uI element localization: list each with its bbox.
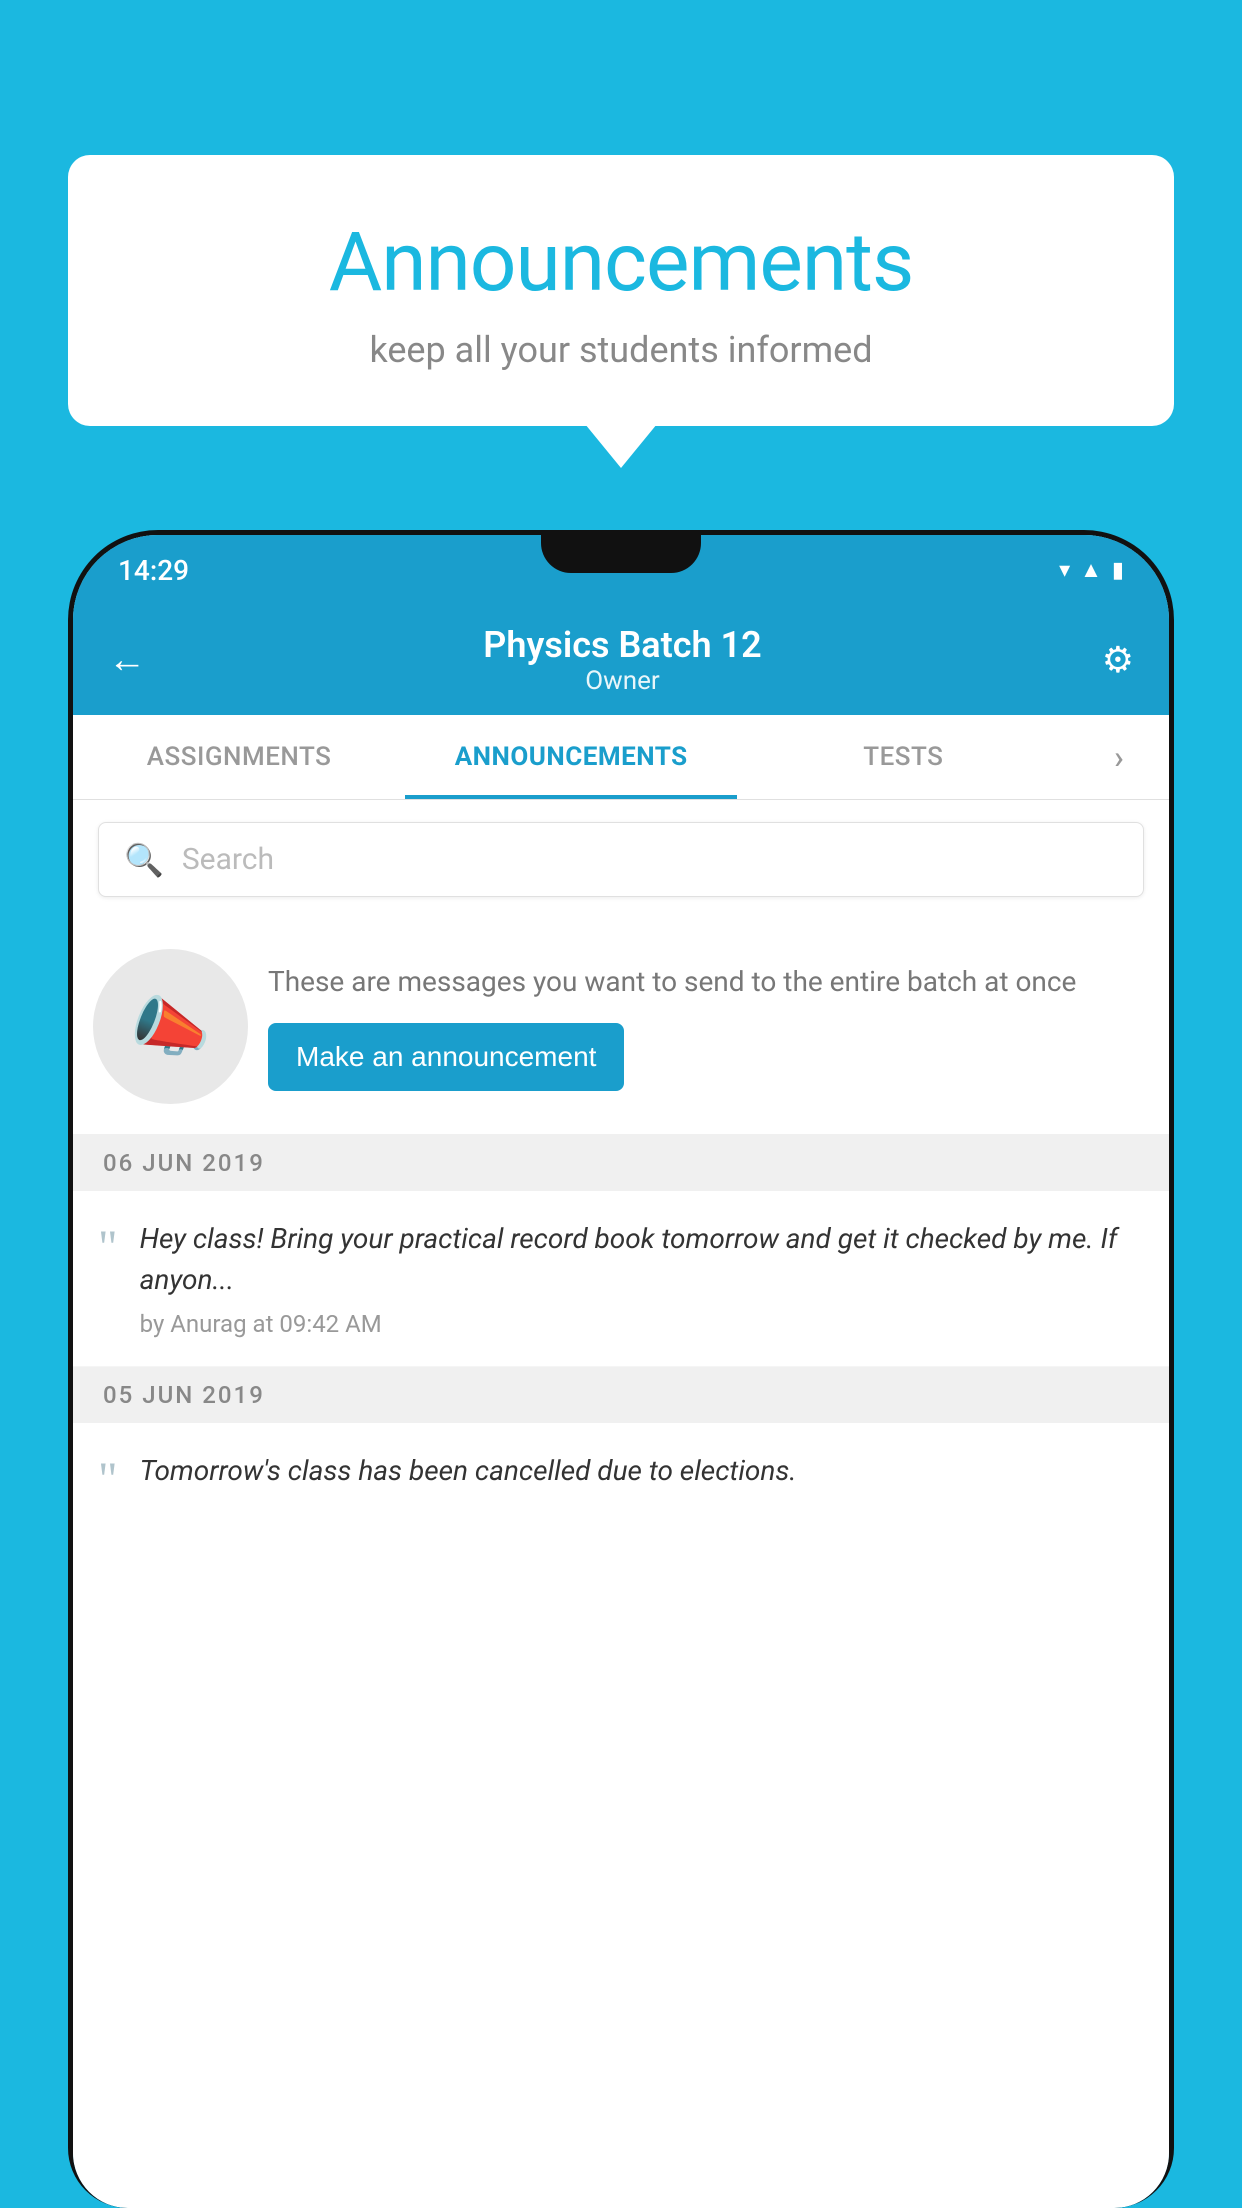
announcement-1-content: Hey class! Bring your practical record b… [140, 1219, 1144, 1338]
app-bar: ← Physics Batch 12 Owner ⚙ [73, 605, 1169, 715]
wifi-icon: ▾ [1059, 558, 1070, 583]
megaphone-icon: 📣 [130, 989, 211, 1065]
phone-frame: 14:29 ▾ ▲ ▮ ← Physics Batch 12 Owner ⚙ [68, 530, 1174, 2208]
phone-inner: 14:29 ▾ ▲ ▮ ← Physics Batch 12 Owner ⚙ [73, 535, 1169, 2208]
phone-notch [541, 535, 701, 573]
tab-more[interactable]: › [1069, 715, 1169, 799]
status-time: 14:29 [118, 554, 189, 587]
phone-content: 14:29 ▾ ▲ ▮ ← Physics Batch 12 Owner ⚙ [73, 535, 1169, 2208]
announcement-item-1: " Hey class! Bring your practical record… [73, 1191, 1169, 1367]
search-icon: 🔍 [124, 841, 164, 879]
tab-tests[interactable]: TESTS [737, 715, 1069, 799]
announcement-2-text: Tomorrow's class has been cancelled due … [140, 1451, 797, 1492]
date-separator-2: 05 JUN 2019 [73, 1367, 1169, 1423]
app-bar-subtitle: Owner [171, 666, 1074, 696]
speech-bubble-card: Announcements keep all your students inf… [68, 155, 1174, 426]
announcement-2-content: Tomorrow's class has been cancelled due … [140, 1451, 797, 1502]
tabs-bar: ASSIGNMENTS ANNOUNCEMENTS TESTS › [73, 715, 1169, 800]
quote-icon-1: " [98, 1224, 118, 1272]
announcement-item-2: " Tomorrow's class has been cancelled du… [73, 1423, 1169, 1532]
app-bar-title-area: Physics Batch 12 Owner [171, 624, 1074, 696]
settings-button[interactable]: ⚙ [1102, 639, 1134, 681]
quote-icon-2: " [98, 1456, 118, 1504]
phone-top-bar: 14:29 ▾ ▲ ▮ ← Physics Batch 12 Owner ⚙ [73, 535, 1169, 800]
promo-content: These are messages you want to send to t… [268, 962, 1144, 1091]
scrollable-content: 🔍 Search 📣 These are messages you want t… [73, 800, 1169, 2208]
battery-icon: ▮ [1112, 558, 1124, 583]
promo-description: These are messages you want to send to t… [268, 962, 1144, 1001]
announcement-1-text: Hey class! Bring your practical record b… [140, 1219, 1144, 1300]
app-bar-title: Physics Batch 12 [171, 624, 1074, 666]
search-bar[interactable]: 🔍 Search [98, 822, 1144, 897]
tab-announcements[interactable]: ANNOUNCEMENTS [405, 715, 737, 799]
make-announcement-button[interactable]: Make an announcement [268, 1023, 624, 1091]
tab-assignments[interactable]: ASSIGNMENTS [73, 715, 405, 799]
announcement-1-meta: by Anurag at 09:42 AM [140, 1310, 1144, 1338]
card-title: Announcements [118, 215, 1124, 311]
search-placeholder: Search [182, 842, 274, 877]
status-icons: ▾ ▲ ▮ [1059, 557, 1124, 583]
signal-icon: ▲ [1080, 557, 1102, 583]
promo-section: 📣 These are messages you want to send to… [73, 919, 1169, 1135]
card-subtitle: keep all your students informed [118, 329, 1124, 371]
promo-icon-circle: 📣 [93, 949, 248, 1104]
date-separator-1: 06 JUN 2019 [73, 1135, 1169, 1191]
back-button[interactable]: ← [108, 638, 146, 682]
